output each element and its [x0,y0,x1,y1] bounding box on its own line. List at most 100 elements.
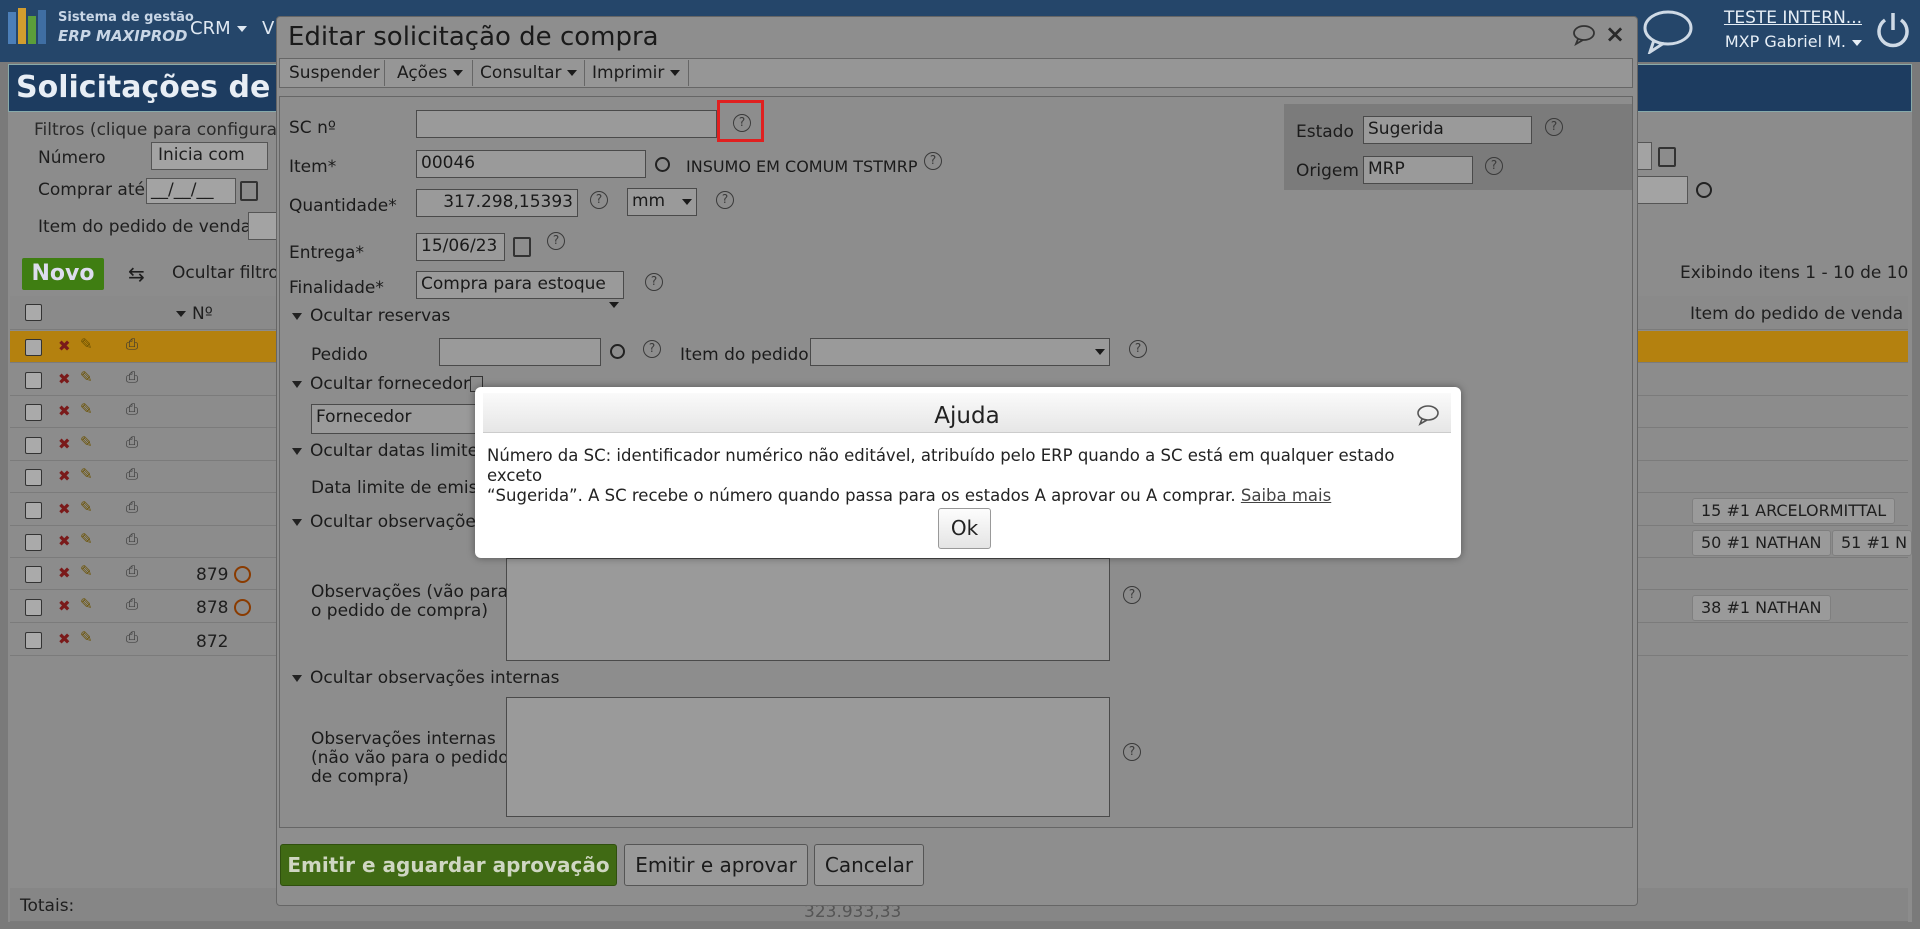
delete-icon[interactable]: ✖ [58,630,71,648]
help-icon[interactable]: ? [643,340,661,358]
help-icon[interactable]: ? [1545,118,1563,136]
row-checkbox[interactable] [25,599,42,616]
logo[interactable] [6,8,52,48]
novo-button[interactable]: Novo [22,258,104,290]
search-icon[interactable] [655,157,670,172]
cancelar-button[interactable]: Cancelar [814,844,924,886]
print-icon[interactable]: ⎙ [126,433,138,451]
emitir-aprovar-button[interactable]: Emitir e aprovar [624,844,808,886]
pedido-input[interactable] [439,338,601,366]
ok-button[interactable]: Ok [938,508,991,549]
print-icon[interactable]: ⎙ [126,530,138,548]
delete-icon[interactable]: ✖ [58,597,71,615]
row-checkbox[interactable] [25,372,42,389]
section-fornecedor[interactable]: Ocultar fornecedor [292,374,470,394]
edit-icon[interactable]: ✎ [80,498,93,516]
print-icon[interactable]: ⎙ [126,562,138,580]
power-icon[interactable] [1874,10,1912,50]
help-icon[interactable]: ? [645,273,663,291]
calendar-icon[interactable] [1658,147,1676,167]
comment-icon[interactable] [1572,24,1596,47]
row-checkbox[interactable] [25,339,42,356]
section-observacoes[interactable]: Ocultar observações [292,512,485,532]
col-numero[interactable]: Nº [176,304,213,324]
edit-icon[interactable]: ✎ [80,335,93,353]
delete-icon[interactable]: ✖ [58,337,71,355]
help-icon[interactable]: ? [924,152,942,170]
edit-icon[interactable]: ✎ [80,368,93,386]
select-all-checkbox[interactable] [25,304,42,321]
row-checkbox[interactable] [25,534,42,551]
user-menu[interactable]: MXP Gabriel M. [1725,32,1862,51]
delete-icon[interactable]: ✖ [58,564,71,582]
delete-icon[interactable]: ✖ [58,467,71,485]
edit-icon[interactable]: ✎ [80,562,93,580]
order-item-tag[interactable]: 15 #1 ARCELORMITTAL [1692,498,1896,524]
menu-imprimir[interactable]: Imprimir [592,63,681,83]
user-company-link[interactable]: TESTE INTERN... [1724,8,1862,28]
row-checkbox[interactable] [25,469,42,486]
print-icon[interactable]: ⎙ [126,498,138,516]
edit-icon[interactable]: ✎ [80,628,93,646]
edit-icon[interactable]: ✎ [80,465,93,483]
row-checkbox[interactable] [25,566,42,583]
help-icon[interactable]: ? [1129,340,1147,358]
delete-icon[interactable]: ✖ [58,532,71,550]
filters-label[interactable]: Filtros (clique para configurar [34,120,284,140]
delete-icon[interactable]: ✖ [58,435,71,453]
help-icon[interactable]: ? [590,191,608,209]
refresh-icon[interactable]: ⇆ [128,262,145,286]
item-input[interactable]: 00046 [416,150,646,178]
sc-input[interactable] [416,110,717,138]
help-icon[interactable]: ? [547,232,565,250]
print-icon[interactable]: ⎙ [126,335,138,353]
row-checkbox[interactable] [25,437,42,454]
col-item-pedido[interactable]: Item do pedido de venda [1690,304,1903,324]
print-icon[interactable]: ⎙ [126,595,138,613]
search-icon[interactable] [610,344,625,359]
edit-icon[interactable]: ✎ [80,530,93,548]
filter-item-pedido-input[interactable] [248,212,278,240]
help-icon[interactable]: ? [1123,743,1141,761]
menu-suspender[interactable]: Suspender [289,63,380,83]
finalidade-select[interactable]: Compra para estoque [416,271,624,308]
print-icon[interactable]: ⎙ [126,465,138,483]
row-checkbox[interactable] [25,404,42,421]
section-obs-internas[interactable]: Ocultar observações internas [292,668,560,688]
help-icon[interactable]: ? [716,191,734,209]
help-icon[interactable]: ? [1485,157,1503,175]
ocultar-filtros-link[interactable]: Ocultar filtros [172,263,288,283]
filter-numero-select[interactable]: Inicia com [151,142,268,170]
row-checkbox[interactable] [25,502,42,519]
filter-right-input-2[interactable] [1636,176,1688,204]
delete-icon[interactable]: ✖ [58,500,71,518]
item-pedido-select[interactable] [810,338,1110,366]
section-datas[interactable]: Ocultar datas limite d [292,441,494,461]
filter-comprar-input[interactable]: __/__/__ [146,178,236,204]
section-reservas[interactable]: Ocultar reservas [292,306,450,326]
print-icon[interactable]: ⎙ [126,628,138,646]
emitir-aguardar-button[interactable]: Emitir e aguardar aprovação [280,844,617,886]
saiba-mais-link[interactable]: Saiba mais [1241,486,1331,505]
delete-icon[interactable]: ✖ [58,370,71,388]
print-icon[interactable]: ⎙ [126,368,138,386]
delete-icon[interactable]: ✖ [58,402,71,420]
row-checkbox[interactable] [25,632,42,649]
chat-icon[interactable] [1642,8,1694,56]
edit-icon[interactable]: ✎ [80,433,93,451]
calendar-icon[interactable] [240,181,258,201]
order-item-tag[interactable]: 38 #1 NATHAN [1692,595,1831,621]
calendar-icon[interactable] [513,237,531,257]
fornecedor-select[interactable]: Fornecedor [311,404,481,434]
print-icon[interactable]: ⎙ [126,400,138,418]
obs-internas-textarea[interactable] [506,697,1110,817]
entrega-input[interactable]: 15/06/23 [416,233,505,261]
order-item-tag[interactable]: 51 #1 N [1832,530,1912,556]
observacoes-textarea[interactable] [506,558,1110,661]
unidade-select[interactable]: mm [627,188,697,216]
nav-crm[interactable]: CRM [190,18,247,39]
menu-consultar[interactable]: Consultar [480,63,578,83]
close-icon[interactable]: × [1605,20,1625,48]
search-icon[interactable] [1696,182,1712,198]
quantidade-input[interactable]: 317.298,15393 [416,189,578,217]
